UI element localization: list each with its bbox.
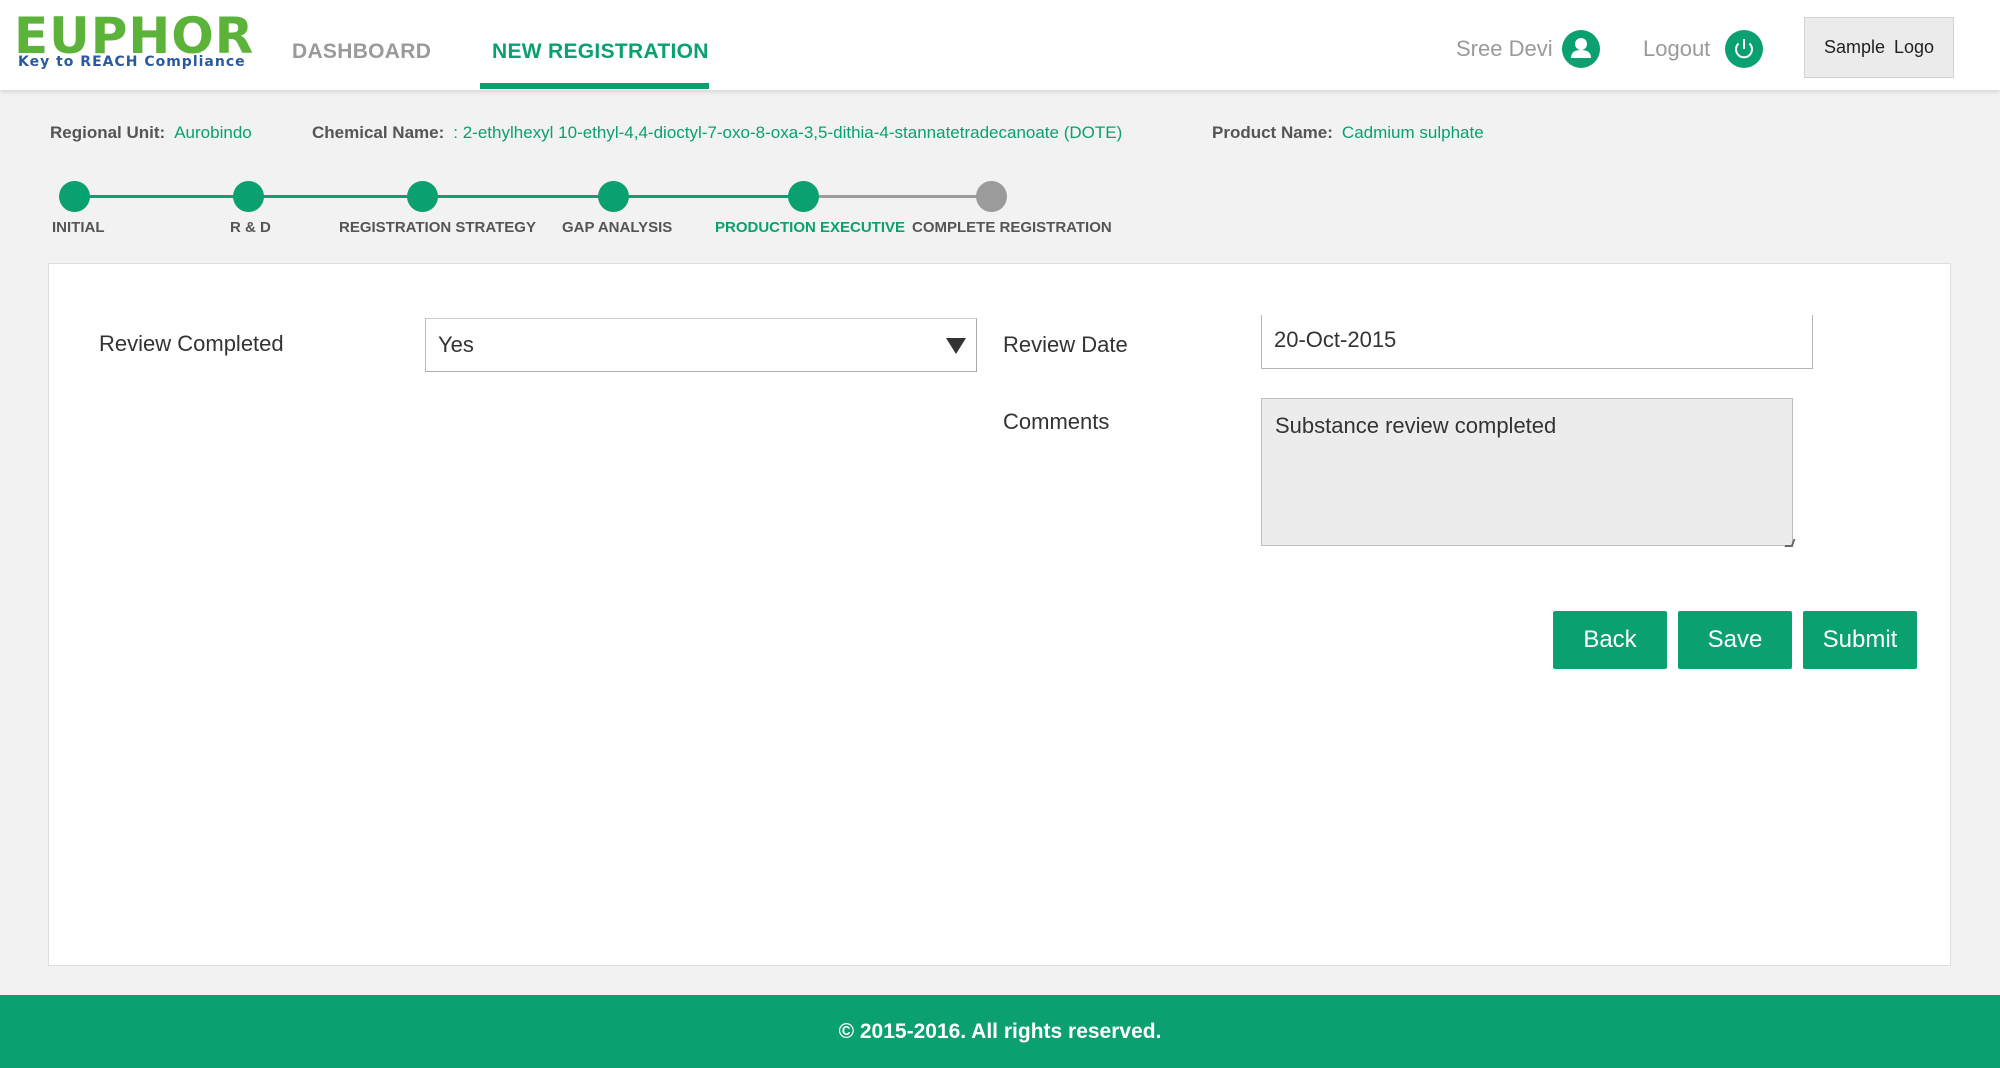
product-name-label: Product Name: xyxy=(1212,123,1333,142)
chemical-name-value: : 2-ethylhexyl 10-ethyl-4,4-dioctyl-7-ox… xyxy=(453,123,1123,142)
review-date-label: Review Date xyxy=(1003,332,1128,357)
chemical-name-info: Chemical Name: : 2-ethylhexyl 10-ethyl-4,… xyxy=(312,123,1122,143)
step-label-rnd: R & D xyxy=(230,219,271,236)
step-dot-initial[interactable] xyxy=(59,181,90,212)
euphor-logo[interactable]: EUPHOR Key to REACH Compliance xyxy=(14,8,253,78)
product-name-value: Cadmium sulphate xyxy=(1341,123,1484,142)
comments-label: Comments xyxy=(1003,409,1110,434)
power-icon[interactable] xyxy=(1725,30,1763,68)
resize-handle-icon[interactable] xyxy=(1784,539,1796,547)
step-dot-gap-analysis[interactable] xyxy=(598,181,629,212)
chemical-name-label: Chemical Name: xyxy=(312,123,445,142)
nav-tab-dashboard[interactable]: DASHBOARD xyxy=(292,40,431,64)
review-date-value: 20-Oct-2015 xyxy=(1274,327,1397,352)
step-label-gap-analysis: GAP ANALYSIS xyxy=(562,219,673,236)
regional-unit-value: Aurobindo xyxy=(174,123,252,142)
step-label-complete-registration: COMPLETE REGISTRATION xyxy=(912,219,1112,236)
submit-button[interactable]: Submit xyxy=(1803,611,1917,669)
active-tab-indicator xyxy=(480,83,709,89)
step-label-production-executive: PRODUCTION EXECUTIVE xyxy=(715,219,906,236)
step-dot-rnd[interactable] xyxy=(233,181,264,212)
step-dot-complete-registration[interactable] xyxy=(976,181,1007,212)
review-date-input[interactable]: 20-Oct-2015 xyxy=(1261,315,1813,369)
nav-tab-new-registration[interactable]: NEW REGISTRATION xyxy=(492,40,709,64)
comments-value: Substance review completed xyxy=(1275,413,1557,438)
regional-unit-info: Regional Unit: Aurobindo xyxy=(50,123,252,143)
user-name[interactable]: Sree Devi xyxy=(1456,36,1553,62)
copyright-text: © 2015-2016. All rights reserved. xyxy=(838,1019,1162,1043)
logo-tagline: Key to REACH Compliance xyxy=(18,54,246,70)
review-completed-label: Review Completed xyxy=(99,331,284,356)
dropdown-arrow-icon xyxy=(946,338,966,354)
review-completed-value: Yes xyxy=(438,332,474,357)
stepper-line-pending xyxy=(800,195,990,198)
page-footer: © 2015-2016. All rights reserved. xyxy=(0,995,2000,1068)
save-button[interactable]: Save xyxy=(1678,611,1792,669)
top-header: EUPHOR Key to REACH Compliance DASHBOARD… xyxy=(0,0,2000,90)
sample-logo: Sample Logo xyxy=(1804,17,1954,78)
review-completed-select[interactable]: Yes xyxy=(425,318,977,372)
back-button[interactable]: Back xyxy=(1553,611,1667,669)
user-icon[interactable] xyxy=(1562,30,1600,68)
step-dot-registration-strategy[interactable] xyxy=(407,181,438,212)
review-form-card: Review Completed Yes Review Date 20-Oct-… xyxy=(48,263,1951,966)
step-label-initial: INITIAL xyxy=(52,219,105,236)
comments-textarea[interactable]: Substance review completed xyxy=(1261,398,1796,547)
step-dot-production-executive[interactable] xyxy=(788,181,819,212)
regional-unit-label: Regional Unit: xyxy=(50,123,166,142)
product-name-info: Product Name: Cadmium sulphate xyxy=(1212,123,1484,143)
logout-link[interactable]: Logout xyxy=(1643,36,1710,62)
step-label-registration-strategy: REGISTRATION STRATEGY xyxy=(339,219,536,236)
